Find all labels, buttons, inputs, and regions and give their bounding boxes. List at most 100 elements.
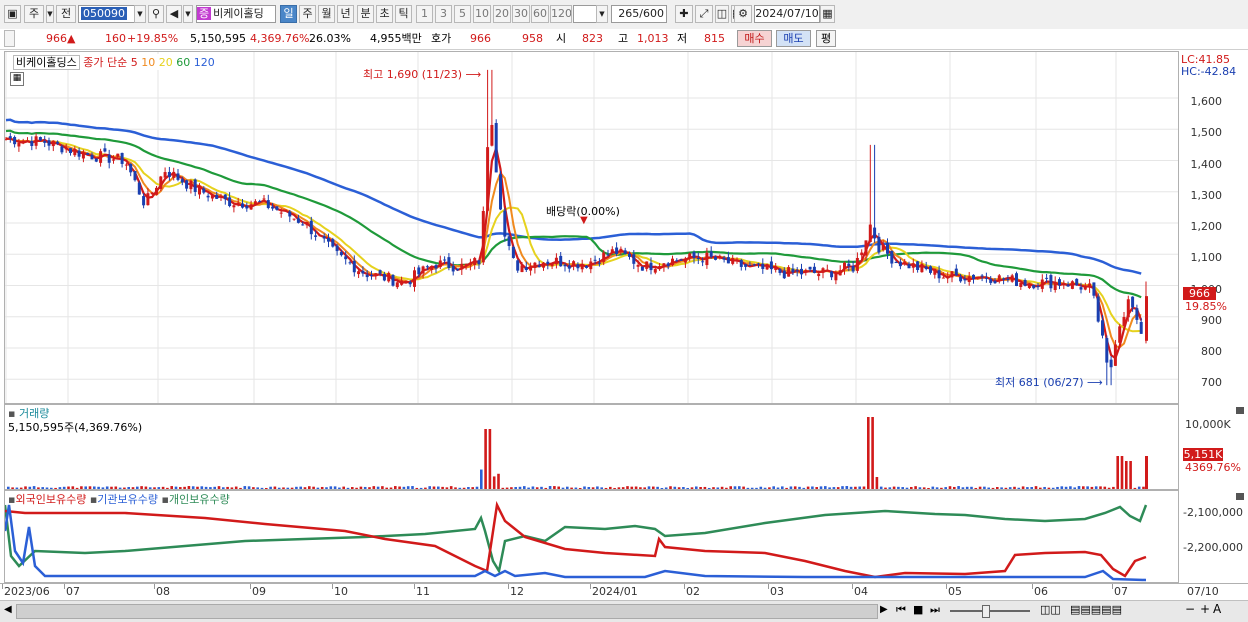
market-select[interactable]: 주 xyxy=(24,5,44,23)
holdings-close-icon[interactable] xyxy=(1236,493,1244,500)
interval-120-button[interactable]: 120 xyxy=(550,5,572,23)
candle-body xyxy=(1139,321,1143,334)
speaker-dropdown-icon[interactable]: ▼ xyxy=(183,5,193,23)
period-day-button[interactable]: 일 xyxy=(280,5,297,23)
zoom-slider-handle[interactable] xyxy=(982,605,990,618)
price-chart-pane[interactable]: 비케이홀딩스 종가 단순 5 10 20 60 120 ▦ 최고 1,690 (… xyxy=(4,51,1179,404)
period-tick-button[interactable]: 틱 xyxy=(395,5,412,23)
eval-button[interactable]: 평 xyxy=(816,30,836,47)
current-price-tag-text: 966 xyxy=(1189,287,1210,300)
holdings-pane[interactable]: ▪외국인보유수량 ▪기관보유수량 ▪개인보유수량 xyxy=(4,490,1179,583)
volume-pane[interactable]: ▪ 거래량 5,150,595주(4,369.76%) xyxy=(4,404,1179,490)
high-label: 고 xyxy=(618,32,629,45)
stock-name-field[interactable]: 증 비케이홀딩 xyxy=(196,5,276,23)
ma-5-label[interactable]: 5 xyxy=(131,56,138,69)
period-minute-button[interactable]: 분 xyxy=(357,5,374,23)
font-size-icon[interactable]: A xyxy=(1213,602,1221,616)
custom-interval-dropdown-icon[interactable]: ▼ xyxy=(596,5,608,23)
volume-bar xyxy=(836,487,840,489)
ma-10-label[interactable]: 10 xyxy=(141,56,155,69)
code-dropdown-icon[interactable]: ▼ xyxy=(134,5,146,23)
buy-button[interactable]: 매수 xyxy=(737,30,772,47)
volume-bar xyxy=(596,486,599,489)
interval-10-button[interactable]: 10 xyxy=(473,5,491,23)
scroll-track[interactable] xyxy=(16,604,878,619)
volume-bar xyxy=(548,486,552,489)
candle-body xyxy=(881,244,885,251)
save-icon[interactable]: ◫ xyxy=(715,5,729,23)
period-week-button[interactable]: 주 xyxy=(299,5,316,23)
change-arrow-icon: ▲ xyxy=(67,32,76,45)
scroll-left-icon[interactable]: ◀ xyxy=(4,604,12,615)
volume-y-axis[interactable]: 10,000K 5,151K 4369.76% xyxy=(1179,404,1248,490)
interval-1-button[interactable]: 1 xyxy=(416,5,433,23)
interval-60-button[interactable]: 60 xyxy=(531,5,549,23)
individual-holdings-label[interactable]: 개인보유수량 xyxy=(169,493,230,506)
volume-bar xyxy=(600,487,603,489)
ma-label[interactable]: 종가 단순 xyxy=(83,56,127,69)
candle-body xyxy=(1023,279,1027,286)
prev-button[interactable]: 전 xyxy=(56,5,76,23)
zoom-in-icon[interactable]: + xyxy=(1200,602,1210,616)
window-menu-icon[interactable]: ▣ xyxy=(4,5,21,23)
zoom-slider[interactable] xyxy=(950,610,1030,612)
volume-bar xyxy=(45,487,49,489)
crosshair-icon[interactable]: ✚ xyxy=(675,5,693,23)
candle-body xyxy=(1126,299,1130,318)
candle-body xyxy=(400,280,404,285)
interval-30-button[interactable]: 30 xyxy=(512,5,530,23)
volume-bar xyxy=(690,487,694,489)
date-input[interactable]: 2024/07/10 xyxy=(754,5,820,23)
candle-body xyxy=(778,269,782,273)
holdings-y-axis[interactable]: -2,100,000 -2,200,000 xyxy=(1179,490,1248,583)
stock-code-input[interactable]: 050090 xyxy=(78,5,136,23)
stock-series-label[interactable]: 비케이홀딩스 xyxy=(13,55,80,70)
interval-5-button[interactable]: 5 xyxy=(454,5,471,23)
jump-end-icon[interactable]: ⏭ xyxy=(930,603,940,617)
volume-bar xyxy=(1137,486,1141,489)
ma-120-label[interactable]: 120 xyxy=(194,56,215,69)
zoom-out-icon[interactable]: − xyxy=(1185,602,1195,616)
chart-style-icons[interactable]: ▤▤▤▤▤ xyxy=(1070,603,1122,616)
x-axis-tick: 02 xyxy=(686,585,700,598)
institution-holdings-label[interactable]: 기관보유수량 xyxy=(97,493,158,506)
volume-bar xyxy=(1056,486,1059,489)
volume-bar xyxy=(1069,486,1072,489)
foreign-holdings-label[interactable]: 외국인보유수량 xyxy=(15,493,86,506)
quote-toggle-icon[interactable] xyxy=(4,30,15,47)
price-y-axis[interactable]: LC:41.85 HC:-42.84 1,600 1,500 1,400 1,300 1… xyxy=(1179,51,1248,404)
volume-bar xyxy=(217,486,221,489)
period-year-button[interactable]: 년 xyxy=(337,5,354,23)
sell-button[interactable]: 매도 xyxy=(776,30,811,47)
search-icon[interactable]: ⚲ xyxy=(148,5,164,23)
volume-bar xyxy=(970,486,973,489)
grid-table-icon[interactable]: ▦ xyxy=(10,72,24,86)
candle-body xyxy=(279,212,283,214)
calendar-icon[interactable]: ▦ xyxy=(820,5,835,23)
interval-3-button[interactable]: 3 xyxy=(435,5,452,23)
gear-icon[interactable]: ⚙ xyxy=(734,5,752,23)
interval-label: 120 xyxy=(551,7,572,20)
chart-tool-icon[interactable]: ⤢ xyxy=(695,5,713,23)
count-input[interactable]: 265/600 xyxy=(611,5,667,23)
ma-20-label[interactable]: 20 xyxy=(159,56,173,69)
candle-body xyxy=(81,152,85,159)
candle-body xyxy=(567,265,571,269)
period-second-button[interactable]: 초 xyxy=(376,5,393,23)
screen-layout-icon[interactable]: ◫◫ xyxy=(1040,603,1061,616)
period-month-button[interactable]: 월 xyxy=(318,5,335,23)
volume-ratio: 4,369.76% xyxy=(250,32,310,45)
x-axis-tick: 2024/01 xyxy=(592,585,638,598)
volume-close-icon[interactable] xyxy=(1236,407,1244,414)
scroll-right-icon[interactable]: ▶ xyxy=(880,604,888,615)
volume-bar xyxy=(884,487,887,489)
jump-start-icon[interactable]: ⏮ xyxy=(896,603,906,617)
market-dropdown-icon[interactable]: ▼ xyxy=(46,5,54,23)
date-value: 2024/07/10 xyxy=(755,7,819,20)
speaker-icon[interactable]: ◀ xyxy=(166,5,182,23)
ma-60-label[interactable]: 60 xyxy=(176,56,190,69)
candle-body xyxy=(318,235,322,237)
scroll-bar[interactable]: ◀ ▶ ⏮ ■ ⏭ ◫◫ ▤▤▤▤▤ − + A xyxy=(0,600,1248,622)
interval-20-button[interactable]: 20 xyxy=(493,5,511,23)
stop-icon[interactable]: ■ xyxy=(913,603,923,616)
